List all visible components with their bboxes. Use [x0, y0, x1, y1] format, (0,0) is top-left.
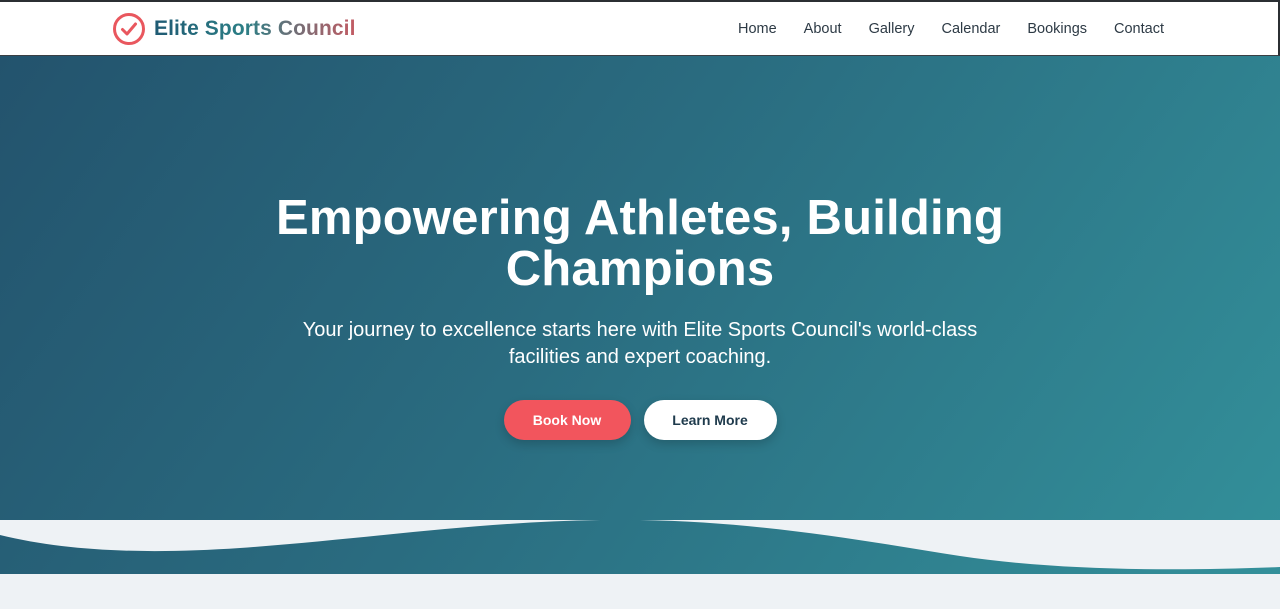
brand-logo[interactable]: Elite Sports Council: [112, 12, 356, 46]
hero-title: Empowering Athletes, Building Champions: [275, 191, 1005, 296]
nav-item-bookings[interactable]: Bookings: [1027, 21, 1087, 37]
nav-item-gallery[interactable]: Gallery: [869, 21, 915, 37]
nav-item-home[interactable]: Home: [738, 21, 777, 37]
nav-item-about[interactable]: About: [804, 21, 842, 37]
hero-section: Empowering Athletes, Building Champions …: [0, 56, 1280, 574]
learn-more-button[interactable]: Learn More: [643, 400, 777, 440]
hero-content: Empowering Athletes, Building Champions …: [0, 193, 1280, 440]
main-nav: Home About Gallery Calendar Bookings Con…: [738, 16, 1164, 42]
book-now-button[interactable]: Book Now: [503, 400, 631, 440]
check-circle-icon: [113, 13, 145, 45]
hero-subtitle: Your journey to excellence starts here w…: [302, 319, 978, 368]
page-content-area: [0, 574, 1280, 609]
top-navbar: Elite Sports Council Home About Gallery …: [0, 0, 1280, 56]
brand-name: Elite Sports Council: [154, 17, 356, 40]
nav-item-calendar[interactable]: Calendar: [942, 21, 1001, 37]
hero-wave-divider: [0, 520, 1280, 570]
hero-buttons: Book Now Learn More: [0, 400, 1280, 440]
nav-item-contact[interactable]: Contact: [1114, 21, 1164, 37]
